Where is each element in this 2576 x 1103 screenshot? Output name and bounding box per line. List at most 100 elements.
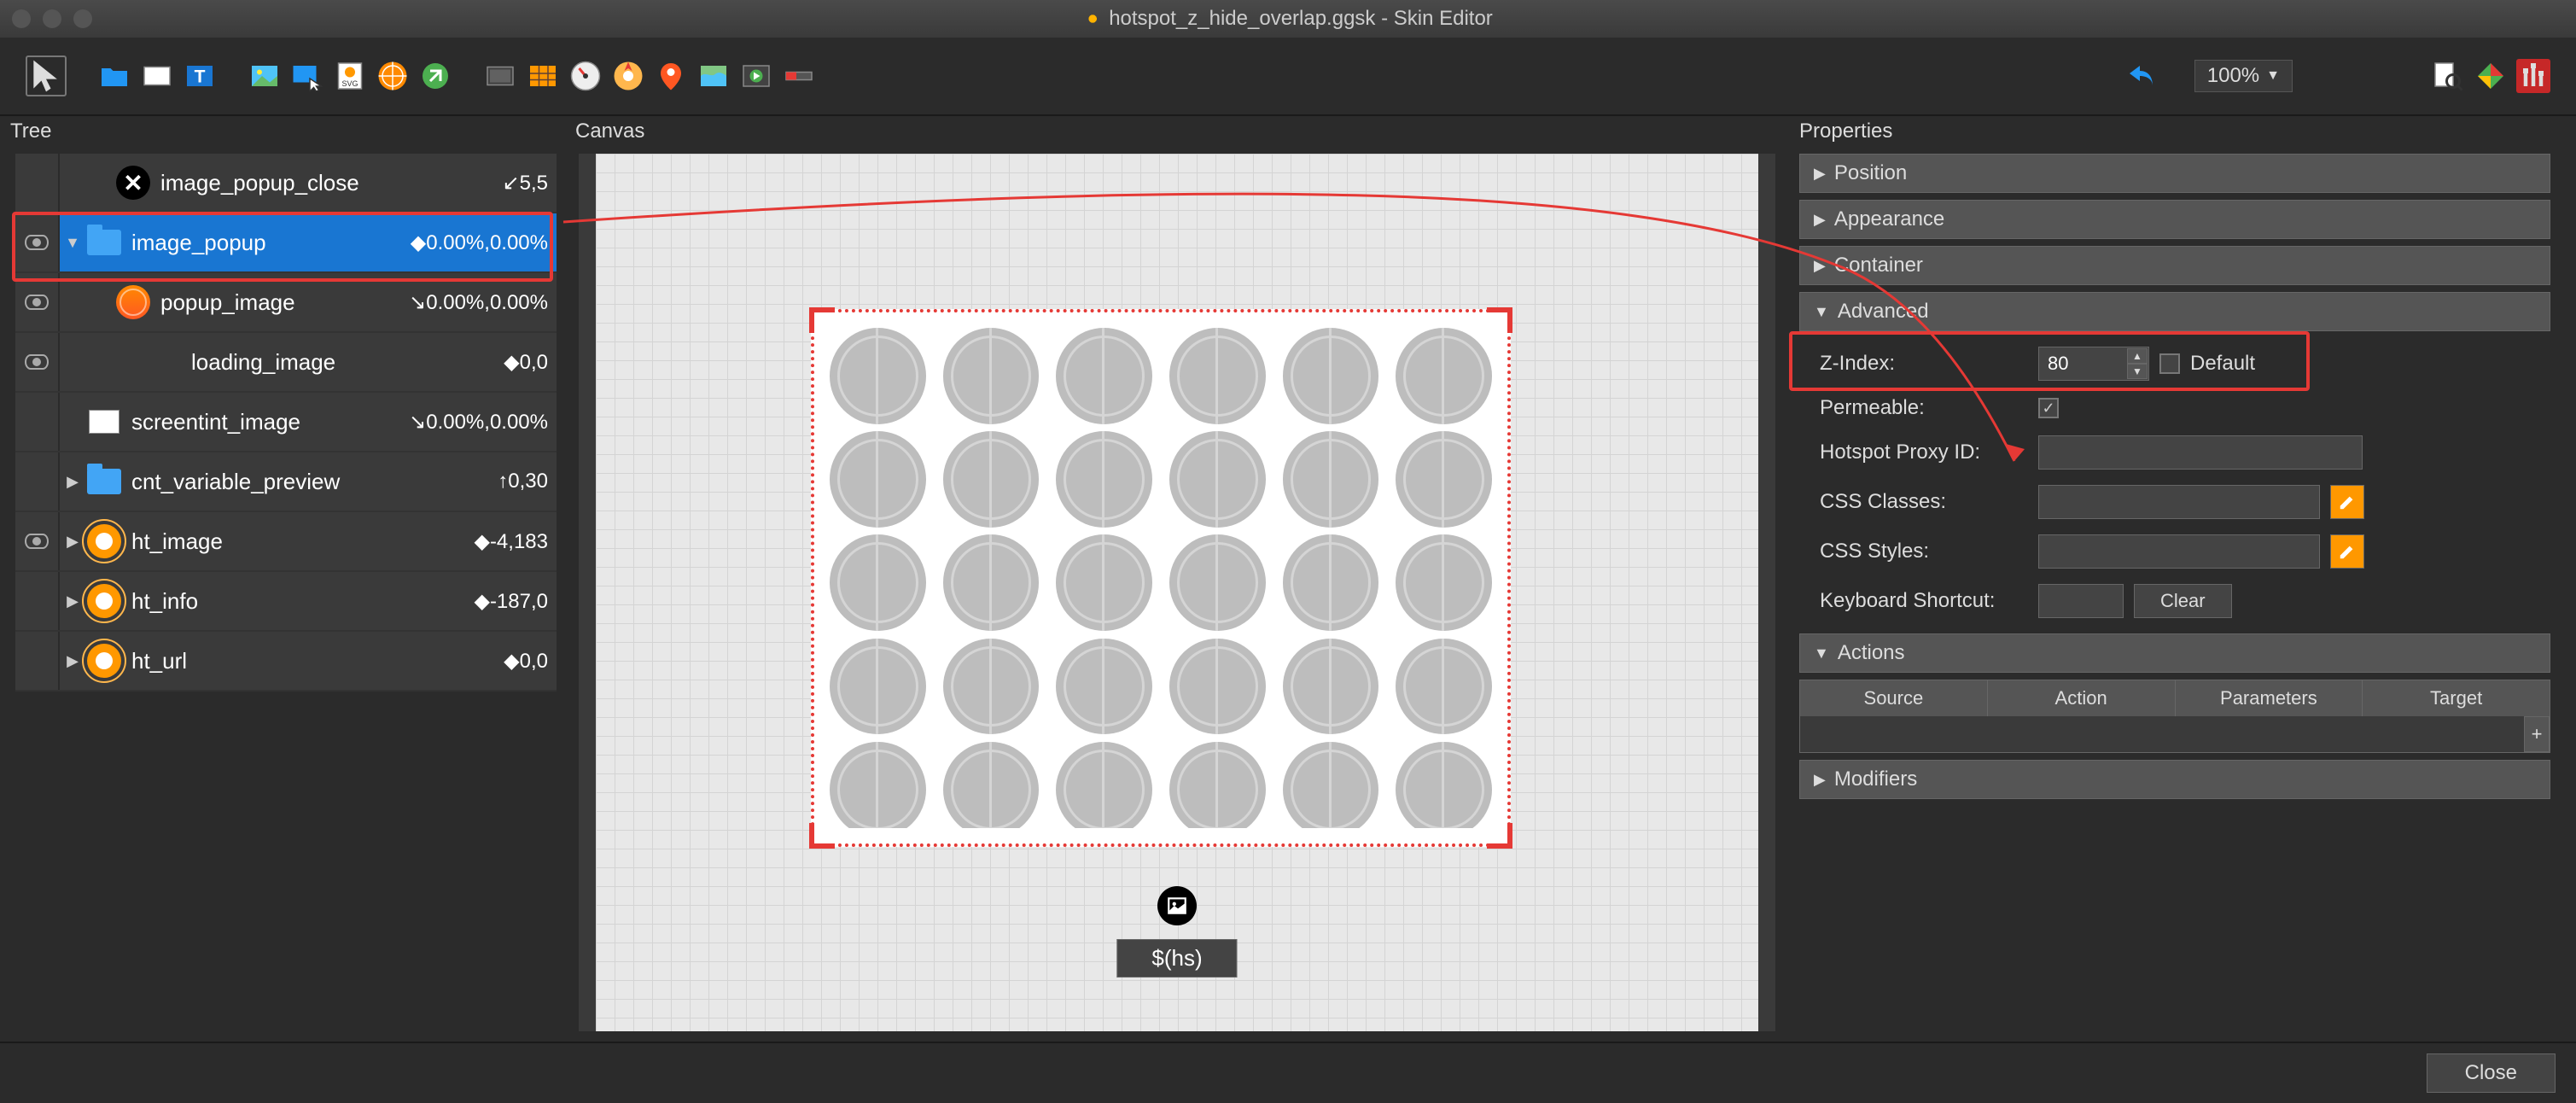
close-button[interactable]: Close xyxy=(2427,1053,2556,1093)
visibility-toggle[interactable] xyxy=(15,393,60,451)
permeable-checkbox[interactable] xyxy=(2038,398,2059,418)
marker-tool-icon[interactable] xyxy=(654,59,688,93)
target-icon xyxy=(85,642,123,680)
clear-button[interactable]: Clear xyxy=(2134,584,2232,618)
globe-placeholder-icon xyxy=(943,742,1040,828)
item-name: image_popup_close xyxy=(160,170,503,196)
text-tool-icon[interactable]: T xyxy=(183,59,217,93)
screen-tool-icon[interactable] xyxy=(483,59,517,93)
traffic-close[interactable] xyxy=(12,9,31,28)
chevron-right-icon: ▶ xyxy=(1814,211,1826,229)
tree-row[interactable]: ▶ht_url◆0,0 xyxy=(15,632,557,692)
node-image-tool-icon[interactable] xyxy=(376,59,410,93)
globe-placeholder-icon xyxy=(1396,534,1492,631)
globe-placeholder-icon xyxy=(1169,742,1266,828)
settings-tool-icon[interactable] xyxy=(2516,59,2550,93)
grid-tool-icon[interactable] xyxy=(526,59,560,93)
tree-row[interactable]: loading_image◆0,0 xyxy=(15,333,557,393)
close-icon: ✕ xyxy=(114,164,152,201)
item-coord: ↙5,5 xyxy=(503,171,557,196)
item-coord: ↘0.00%,0.00% xyxy=(409,290,557,315)
globe-placeholder-icon xyxy=(830,639,926,735)
col-parameters: Parameters xyxy=(2176,680,2363,716)
traffic-min[interactable] xyxy=(43,9,61,28)
item-name: cnt_variable_preview xyxy=(131,469,498,495)
edit-css-styles-icon[interactable] xyxy=(2330,534,2364,569)
globe-icon xyxy=(114,283,152,321)
visibility-toggle[interactable] xyxy=(15,273,60,331)
default-label: Default xyxy=(2190,352,2255,376)
actions-table: Source Action Parameters Target + xyxy=(1799,680,2550,753)
compass-tool-icon[interactable] xyxy=(611,59,645,93)
progress-tool-icon[interactable] xyxy=(782,59,816,93)
footer: Close xyxy=(0,1042,2576,1103)
section-modifiers[interactable]: ▶Modifiers xyxy=(1799,760,2550,799)
expander[interactable]: ▼ xyxy=(60,234,85,252)
visibility-toggle[interactable] xyxy=(15,572,60,630)
tree-row[interactable]: ▶ cnt_variable_preview↑0,30 xyxy=(15,452,557,512)
tree-row[interactable]: screentint_image↘0.00%,0.00% xyxy=(15,393,557,452)
css-classes-input[interactable] xyxy=(2038,485,2320,519)
container-tool-icon[interactable] xyxy=(97,59,131,93)
gauge-tool-icon[interactable] xyxy=(568,59,603,93)
eye-icon xyxy=(25,295,49,310)
visibility-toggle[interactable] xyxy=(15,333,60,391)
undo-icon[interactable] xyxy=(2121,59,2164,93)
item-coord: ◆0,0 xyxy=(504,649,557,674)
visibility-toggle[interactable] xyxy=(15,213,60,271)
tree-row[interactable]: ▼image_popup◆0.00%,0.00% xyxy=(15,213,557,273)
visibility-toggle[interactable] xyxy=(15,512,60,570)
map-tool-icon[interactable] xyxy=(696,59,731,93)
select-tool[interactable] xyxy=(26,55,67,96)
image-badge-icon[interactable] xyxy=(1157,886,1197,925)
section-position[interactable]: ▶Position xyxy=(1799,154,2550,193)
section-advanced[interactable]: ▼Advanced xyxy=(1799,292,2550,331)
button-tool-icon[interactable] xyxy=(290,59,324,93)
selection-box[interactable] xyxy=(811,309,1511,847)
svg-tool-icon[interactable]: SVG xyxy=(333,59,367,93)
css-styles-input[interactable] xyxy=(2038,534,2320,569)
zoom-dropdown[interactable]: 100% ▼ xyxy=(2194,60,2293,92)
image-tool-icon[interactable] xyxy=(248,59,282,93)
color-tool-icon[interactable] xyxy=(2474,59,2508,93)
add-action-button[interactable]: + xyxy=(2524,716,2550,752)
visibility-toggle[interactable] xyxy=(15,632,60,690)
inspect-tool-icon[interactable] xyxy=(2431,59,2465,93)
expander[interactable]: ▶ xyxy=(60,473,85,491)
app-icon xyxy=(1083,9,1102,28)
tree-row[interactable]: ✕ image_popup_close↙5,5 xyxy=(15,154,557,213)
visibility-toggle[interactable] xyxy=(15,154,60,212)
canvas-area[interactable]: $(hs) xyxy=(579,154,1775,1031)
canvas-header: Canvas xyxy=(565,116,1789,149)
properties-header: Properties xyxy=(1789,116,2576,149)
globe-placeholder-icon xyxy=(830,431,926,528)
globe-placeholder-icon xyxy=(830,328,926,424)
chevron-down-icon: ▼ xyxy=(2266,68,2280,84)
section-container[interactable]: ▶Container xyxy=(1799,246,2550,285)
external-tool-icon[interactable] xyxy=(418,59,452,93)
tree-row[interactable]: ▶ht_image◆-4,183 xyxy=(15,512,557,572)
traffic-max[interactable] xyxy=(73,9,92,28)
section-actions[interactable]: ▼Actions xyxy=(1799,633,2550,673)
visibility-toggle[interactable] xyxy=(15,452,60,511)
item-coord: ↑0,30 xyxy=(498,470,557,493)
keyboard-shortcut-input[interactable] xyxy=(2038,584,2124,618)
edit-css-classes-icon[interactable] xyxy=(2330,485,2364,519)
video-tool-icon[interactable] xyxy=(739,59,773,93)
default-checkbox[interactable] xyxy=(2159,353,2180,374)
section-appearance[interactable]: ▶Appearance xyxy=(1799,200,2550,239)
hotspot-proxy-input[interactable] xyxy=(2038,435,2363,470)
tree-row[interactable]: popup_image↘0.00%,0.00% xyxy=(15,273,557,333)
tree-panel: ✕ image_popup_close↙5,5 ▼image_popup◆0.00%… xyxy=(0,149,565,1036)
canvas-panel: $(hs) xyxy=(565,149,1789,1036)
globe-placeholder-icon xyxy=(1283,639,1379,735)
col-source: Source xyxy=(1800,680,1988,716)
rectangle-tool-icon[interactable] xyxy=(140,59,174,93)
globe-placeholder-icon xyxy=(1056,639,1152,735)
globe-placeholder-icon xyxy=(1396,431,1492,528)
eye-icon xyxy=(25,235,49,250)
spinner-buttons[interactable]: ▲▼ xyxy=(2127,348,2148,379)
globe-placeholder-icon xyxy=(1283,742,1379,828)
tree-row[interactable]: ▶ht_info◆-187,0 xyxy=(15,572,557,632)
keyboard-shortcut-label: Keyboard Shortcut: xyxy=(1820,589,2028,613)
